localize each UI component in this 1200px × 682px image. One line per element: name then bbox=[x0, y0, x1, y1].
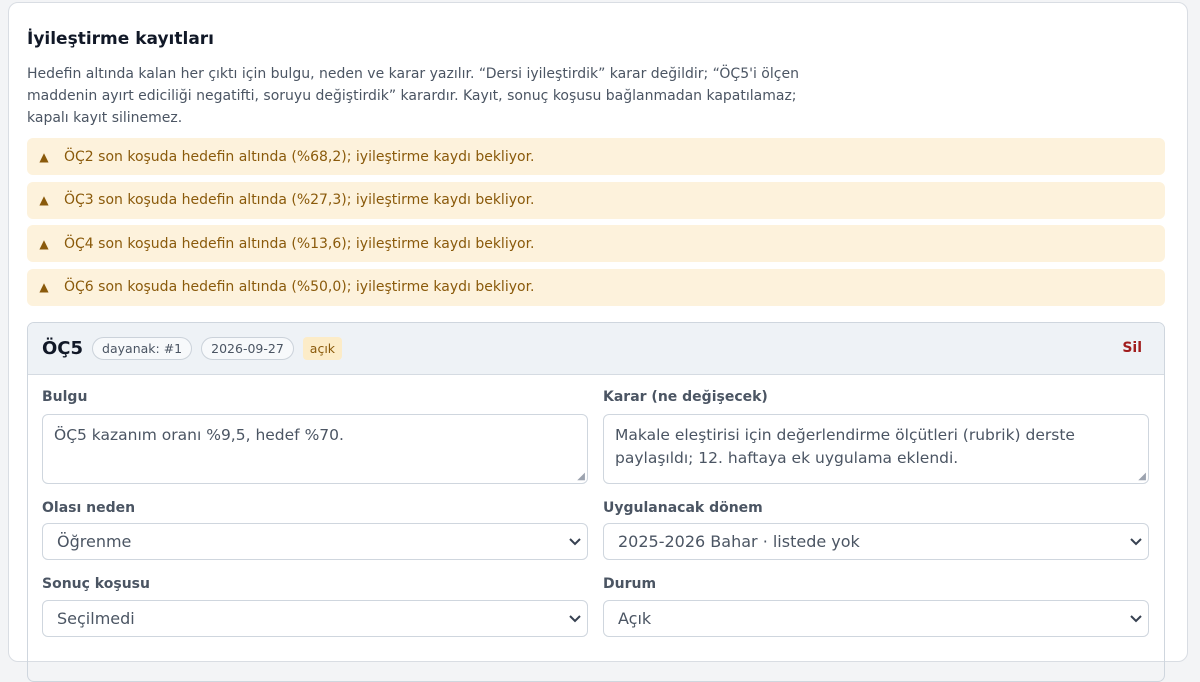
delete-button[interactable]: Sil bbox=[1122, 340, 1142, 356]
run-label: Sonuç koşusu bbox=[42, 576, 150, 592]
decision-textarea[interactable]: Makale eleştirisi için değerlendirme ölç… bbox=[603, 414, 1149, 484]
alert-text: ÖÇ3 son koşuda hedefin altında (%27,3); … bbox=[64, 192, 535, 208]
record-code: ÖÇ5 bbox=[42, 338, 84, 359]
run-select[interactable]: Seçilmedi bbox=[42, 600, 588, 637]
state-value: Açık bbox=[618, 609, 652, 628]
basis-badge: dayanak: #1 bbox=[92, 337, 193, 360]
status-badge: açık bbox=[302, 337, 343, 360]
state-select[interactable]: Açık bbox=[603, 600, 1149, 637]
alert-item: ▲ ÖÇ6 son koşuda hedefin altında (%50,0)… bbox=[27, 268, 1165, 306]
term-value: 2025-2026 Bahar · listede yok bbox=[618, 532, 860, 551]
page-description: Hedefin altında kalan her çıktı için bul… bbox=[27, 66, 799, 126]
cause-select[interactable]: Öğrenme bbox=[42, 523, 588, 560]
alert-item: ▲ ÖÇ2 son koşuda hedefin altında (%68,2)… bbox=[27, 138, 1165, 175]
page-title: İyileştirme kayıtları bbox=[27, 29, 215, 49]
warning-triangle-icon: ▲ bbox=[39, 280, 49, 294]
decision-value: Makale eleştirisi için değerlendirme ölç… bbox=[615, 426, 1075, 467]
alert-text: ÖÇ6 son koşuda hedefin altında (%50,0); … bbox=[64, 279, 535, 295]
warning-triangle-icon: ▲ bbox=[39, 193, 49, 207]
date-badge: 2026-09-27 bbox=[201, 337, 294, 360]
decision-label: Karar (ne değişecek) bbox=[603, 389, 768, 405]
warning-triangle-icon: ▲ bbox=[39, 149, 49, 164]
term-select[interactable]: 2025-2026 Bahar · listede yok bbox=[603, 523, 1149, 560]
run-value: Seçilmedi bbox=[57, 609, 135, 628]
warning-triangle-icon: ▲ bbox=[39, 236, 49, 251]
alert-item: ▲ ÖÇ3 son koşuda hedefin altında (%27,3)… bbox=[27, 181, 1165, 219]
finding-label: Bulgu bbox=[42, 389, 88, 405]
alert-text: ÖÇ2 son koşuda hedefin altında (%68,2); … bbox=[64, 148, 535, 165]
alert-list: ▲ ÖÇ2 son koşuda hedefin altında (%68,2)… bbox=[27, 138, 1165, 312]
alert-item: ▲ ÖÇ4 son koşuda hedefin altında (%13,6)… bbox=[27, 225, 1165, 262]
chevron-down-icon bbox=[569, 615, 581, 623]
term-label: Uygulanacak dönem bbox=[603, 500, 763, 516]
chevron-down-icon bbox=[569, 538, 581, 546]
record-entry: ÖÇ5 dayanak: #1 2026-09-27 açık Sil Bulg… bbox=[27, 322, 1165, 682]
resize-handle-icon[interactable]: ◢ bbox=[577, 472, 585, 482]
chevron-down-icon bbox=[1130, 615, 1142, 623]
finding-textarea[interactable]: ÖÇ5 kazanım oranı %9,5, hedef %70. ◢ bbox=[42, 414, 588, 484]
improvement-records-card: İyileştirme kayıtları Hedefin altında ka… bbox=[8, 2, 1188, 682]
record-header: ÖÇ5 dayanak: #1 2026-09-27 açık Sil bbox=[28, 323, 1164, 375]
resize-handle-icon[interactable]: ◢ bbox=[1138, 472, 1146, 482]
chevron-down-icon bbox=[1130, 538, 1142, 546]
cause-value: Öğrenme bbox=[57, 532, 132, 551]
cause-label: Olası neden bbox=[42, 500, 136, 516]
finding-value: ÖÇ5 kazanım oranı %9,5, hedef %70. bbox=[54, 426, 344, 444]
alert-text: ÖÇ4 son koşuda hedefin altında (%13,6); … bbox=[64, 235, 535, 252]
state-label: Durum bbox=[603, 576, 657, 592]
